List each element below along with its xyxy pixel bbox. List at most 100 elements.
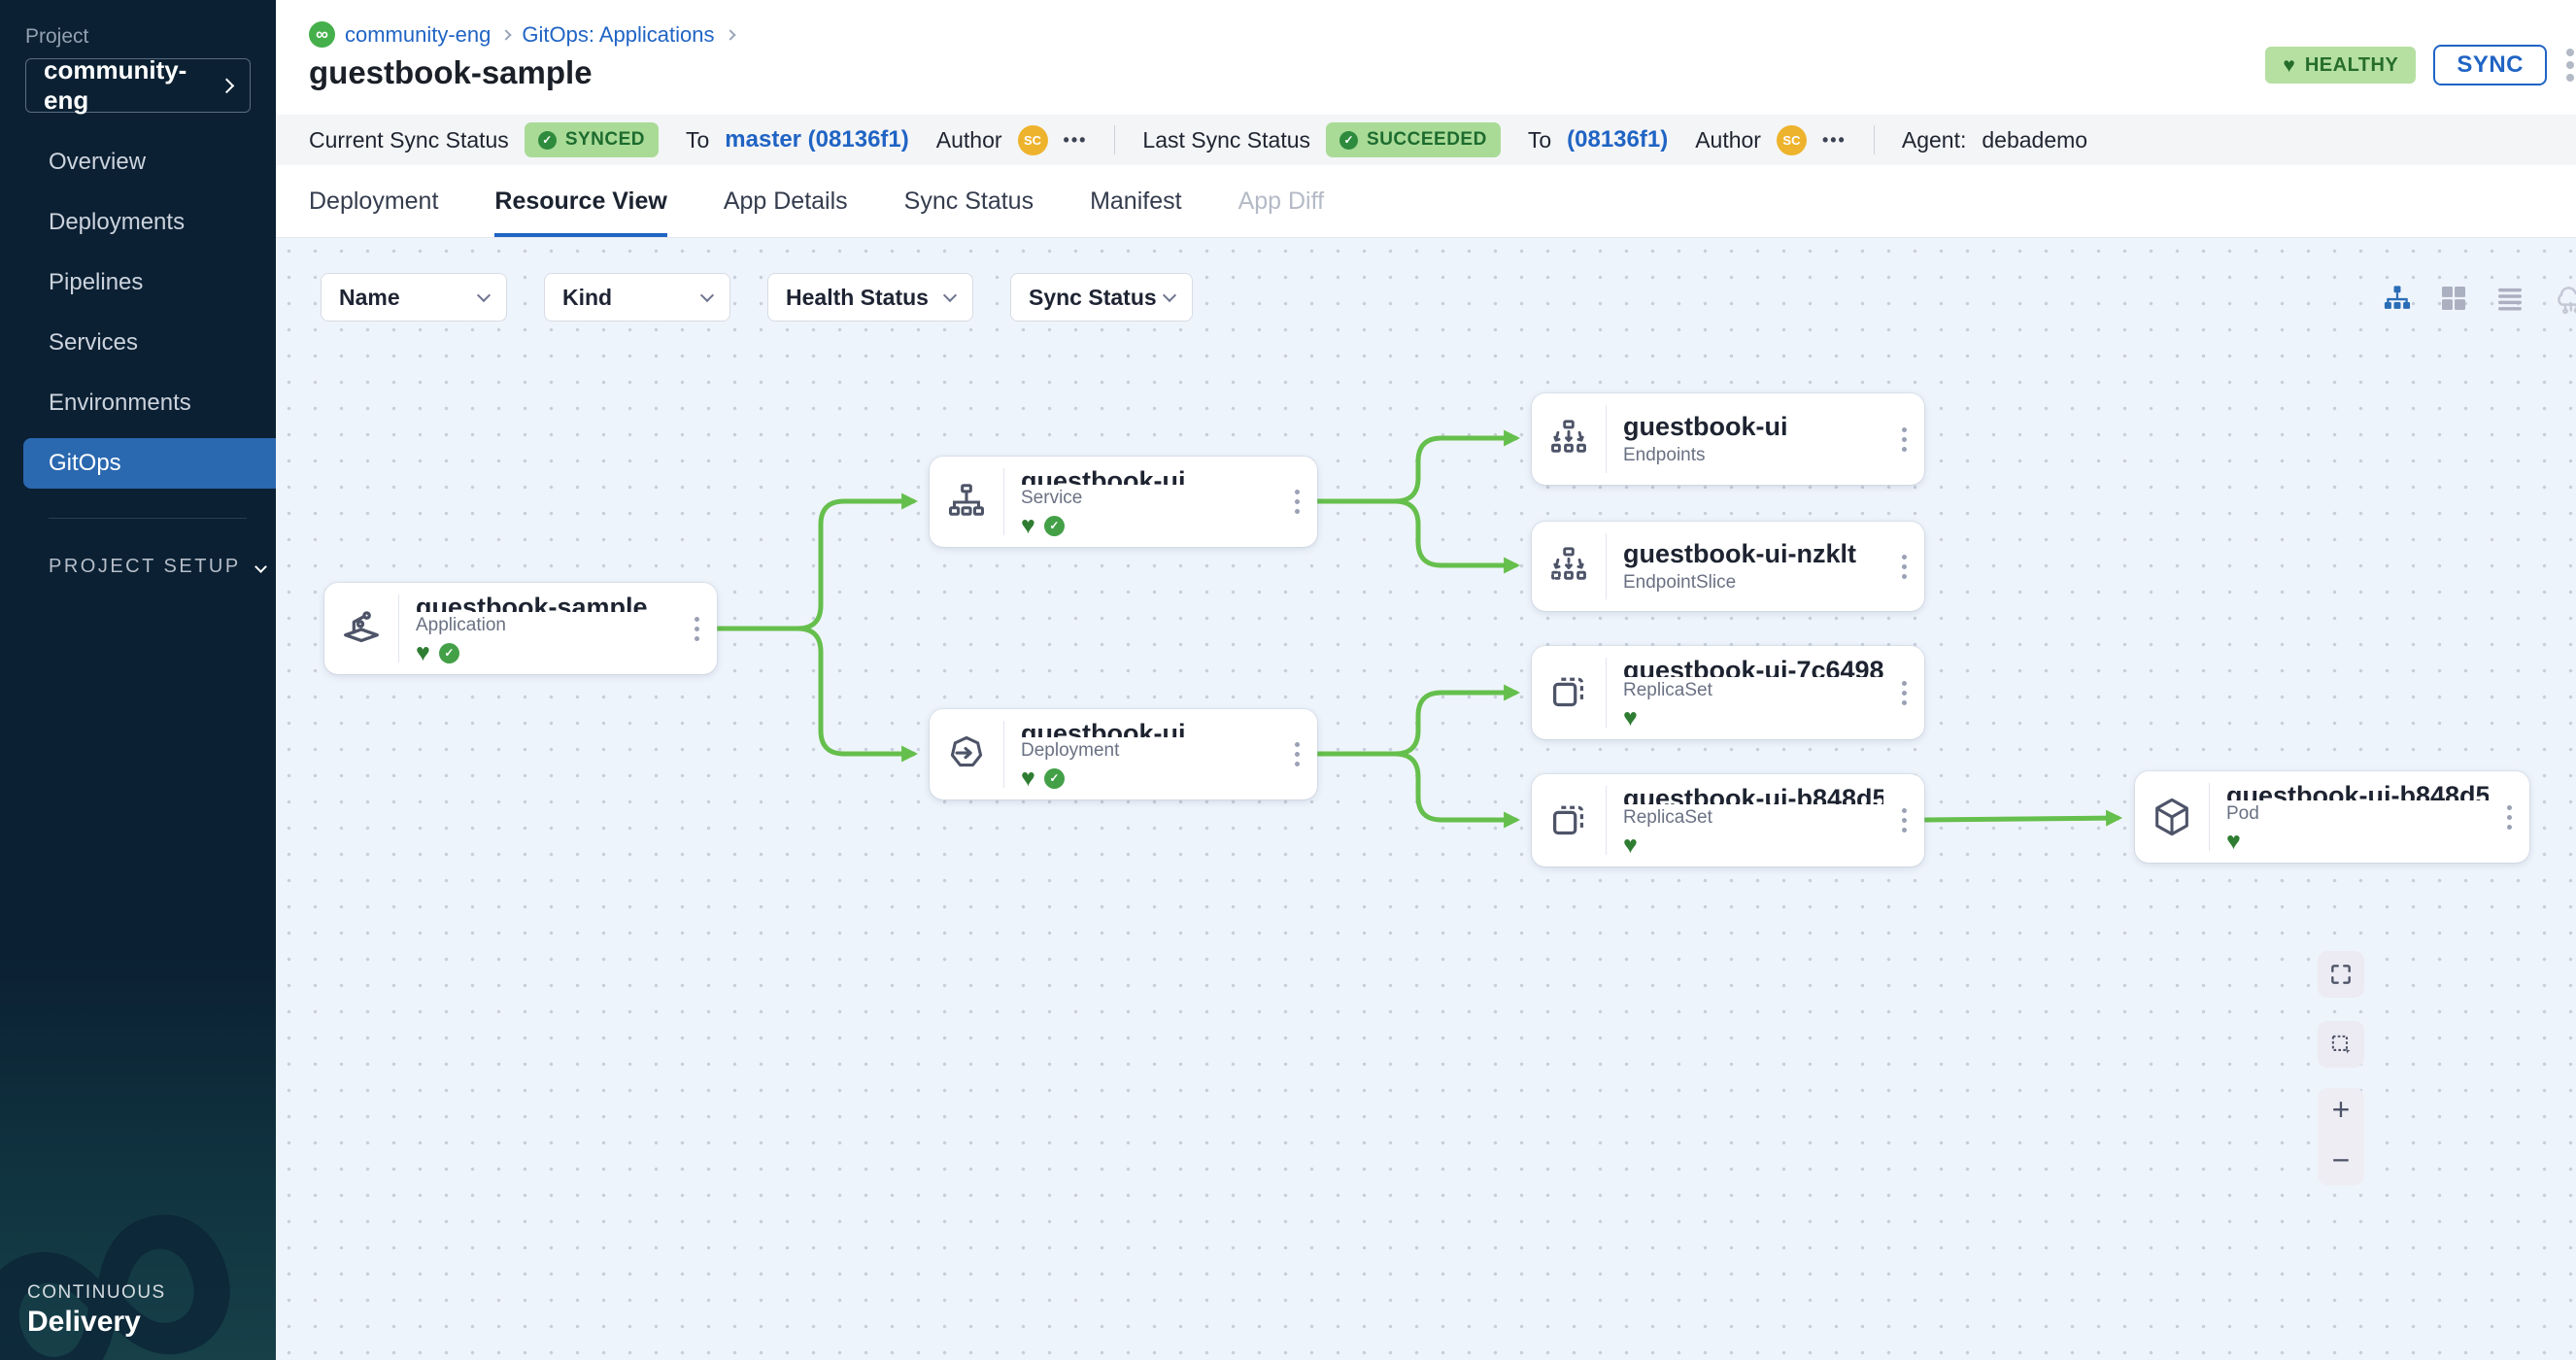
- deployment-icon: [930, 709, 1003, 799]
- pod-icon: [2135, 771, 2209, 863]
- sidebar-item-pipelines[interactable]: Pipelines: [0, 253, 276, 313]
- tab-sync-status[interactable]: Sync Status: [904, 187, 1034, 237]
- heart-icon: ♥: [1021, 766, 1035, 791]
- chevron-down-icon: [700, 289, 714, 302]
- brand-line-2: Delivery: [27, 1306, 166, 1339]
- more-options-icon[interactable]: •••: [1064, 130, 1088, 151]
- sidebar-item-overview[interactable]: Overview: [0, 132, 276, 192]
- kind-filter-dropdown[interactable]: Kind: [544, 273, 730, 322]
- filter-label: Health Status: [786, 285, 929, 311]
- brand-logo: CONTINUOUS Delivery: [27, 1282, 166, 1339]
- sync-status-bar: Current Sync Status ✓ SYNCED To master (…: [276, 115, 2576, 165]
- current-revision-link[interactable]: master (08136f1): [725, 126, 908, 153]
- more-options-icon[interactable]: •••: [1822, 130, 1847, 151]
- sidebar-item-label: Environments: [49, 390, 191, 417]
- sidebar-item-services[interactable]: Services: [0, 313, 276, 373]
- sidebar-divider: [49, 518, 247, 519]
- endpointslice-icon: [1532, 522, 1606, 611]
- tab-bar: Deployment Resource View App Details Syn…: [276, 165, 2576, 238]
- last-revision-link[interactable]: (08136f1): [1567, 126, 1668, 153]
- tab-deployment[interactable]: Deployment: [309, 187, 438, 237]
- kebab-menu-icon[interactable]: [676, 583, 717, 674]
- tab-app-diff[interactable]: App Diff: [1238, 187, 1324, 237]
- list-view-icon[interactable]: [2494, 283, 2525, 314]
- chevron-right-icon: [501, 29, 512, 40]
- synced-badge: ✓ SYNCED: [525, 122, 659, 157]
- heart-icon: ♥: [1021, 514, 1035, 538]
- chevron-down-icon: [943, 289, 957, 302]
- node-kind: ReplicaSet: [1623, 680, 1883, 701]
- main-pane: ∞ community-eng GitOps: Applications gue…: [276, 0, 2576, 1360]
- fullscreen-button[interactable]: [2318, 951, 2364, 998]
- node-title: guestbook-ui-b848d5d9...: [2226, 781, 2489, 800]
- sidebar-nav: Overview Deployments Pipelines Services …: [0, 132, 276, 489]
- sidebar-item-environments[interactable]: Environments: [0, 373, 276, 433]
- kebab-menu-icon[interactable]: [1276, 457, 1317, 547]
- endpoints-icon: [1532, 393, 1606, 485]
- kebab-menu-icon[interactable]: [1276, 709, 1317, 799]
- tab-app-details[interactable]: App Details: [724, 187, 848, 237]
- breadcrumb-section-link[interactable]: GitOps: Applications: [522, 22, 714, 48]
- sidebar-item-deployments[interactable]: Deployments: [0, 192, 276, 253]
- project-selector[interactable]: community-eng: [25, 58, 251, 113]
- service-icon: [930, 457, 1003, 547]
- author-label: Author: [936, 127, 1002, 153]
- node-endpoints[interactable]: guestbook-ui Endpoints: [1532, 393, 1924, 485]
- breadcrumb-project-link[interactable]: community-eng: [345, 22, 491, 48]
- node-title: guestbook-ui-nzklt: [1623, 539, 1883, 569]
- health-status-filter-dropdown[interactable]: Health Status: [767, 273, 973, 322]
- filter-label: Kind: [562, 285, 612, 311]
- sync-status-filter-dropdown[interactable]: Sync Status: [1010, 273, 1193, 322]
- node-service[interactable]: guestbook-ui Service ♥✓: [930, 457, 1317, 547]
- name-filter-dropdown[interactable]: Name: [321, 273, 507, 322]
- to-label: To: [1528, 127, 1551, 153]
- node-title: guestbook-sample: [416, 593, 676, 612]
- check-circle-icon: ✓: [538, 131, 557, 150]
- zoom-controls: + −: [2318, 1088, 2364, 1185]
- tree-view-icon[interactable]: [2382, 283, 2413, 314]
- fullscreen-icon: [2328, 962, 2354, 987]
- health-badge-label: HEALTHY: [2305, 54, 2398, 77]
- node-replicaset-b848d5d9d[interactable]: guestbook-ui-b848d5d9d ReplicaSet ♥: [1532, 774, 1924, 867]
- node-deployment[interactable]: guestbook-ui Deployment ♥✓: [930, 709, 1317, 799]
- replicaset-icon: [1532, 774, 1606, 867]
- marquee-select-button[interactable]: [2318, 1021, 2364, 1068]
- view-toggle-toolbar: [2382, 279, 2576, 318]
- chevron-down-icon: [1163, 289, 1176, 302]
- gitops-infinity-icon: ∞: [309, 21, 335, 48]
- tab-manifest[interactable]: Manifest: [1090, 187, 1181, 237]
- kebab-menu-icon[interactable]: [1883, 774, 1924, 867]
- node-endpointslice[interactable]: guestbook-ui-nzklt EndpointSlice: [1532, 522, 1924, 611]
- chevron-down-icon: [477, 289, 491, 302]
- zoom-in-button[interactable]: +: [2332, 1094, 2351, 1125]
- node-application[interactable]: guestbook-sample Application ♥✓: [324, 583, 717, 674]
- kebab-menu-icon[interactable]: [2489, 771, 2529, 863]
- filter-label: Name: [339, 285, 400, 311]
- sidebar-item-label: Services: [49, 329, 138, 357]
- kebab-menu-icon[interactable]: [1883, 393, 1924, 485]
- kebab-menu-icon[interactable]: [1883, 646, 1924, 739]
- heart-icon: ♥: [416, 641, 430, 665]
- sync-button[interactable]: SYNC: [2433, 45, 2547, 85]
- check-circle-icon: ✓: [1339, 131, 1358, 150]
- cloud-network-icon[interactable]: [2551, 279, 2576, 318]
- page-header: ∞ community-eng GitOps: Applications gue…: [276, 0, 2576, 115]
- node-replicaset-7c64987dc9[interactable]: guestbook-ui-7c64987dc9 ReplicaSet ♥: [1532, 646, 1924, 739]
- tab-resource-view[interactable]: Resource View: [494, 187, 666, 237]
- sidebar-item-gitops[interactable]: GitOps: [23, 438, 276, 489]
- grid-view-icon[interactable]: [2438, 283, 2469, 314]
- kebab-menu-icon[interactable]: [2566, 49, 2574, 82]
- heart-icon: ♥: [1623, 706, 1638, 731]
- zoom-out-button[interactable]: −: [2332, 1144, 2351, 1175]
- project-setup-toggle[interactable]: PROJECT SETUP: [0, 556, 276, 578]
- heart-icon: ♥: [2226, 830, 2241, 854]
- check-circle-icon: ✓: [1044, 516, 1065, 536]
- header-actions: ♥ HEALTHY SYNC: [2265, 45, 2576, 85]
- kebab-menu-icon[interactable]: [1883, 522, 1924, 611]
- author-label: Author: [1695, 127, 1761, 153]
- page-title: guestbook-sample: [309, 54, 593, 91]
- node-pod[interactable]: guestbook-ui-b848d5d9... Pod ♥: [2135, 771, 2529, 863]
- filter-label: Sync Status: [1029, 285, 1157, 311]
- resource-graph-canvas: Name Kind Health Status Sync Status: [276, 238, 2576, 1360]
- node-kind: Endpoints: [1623, 445, 1883, 466]
